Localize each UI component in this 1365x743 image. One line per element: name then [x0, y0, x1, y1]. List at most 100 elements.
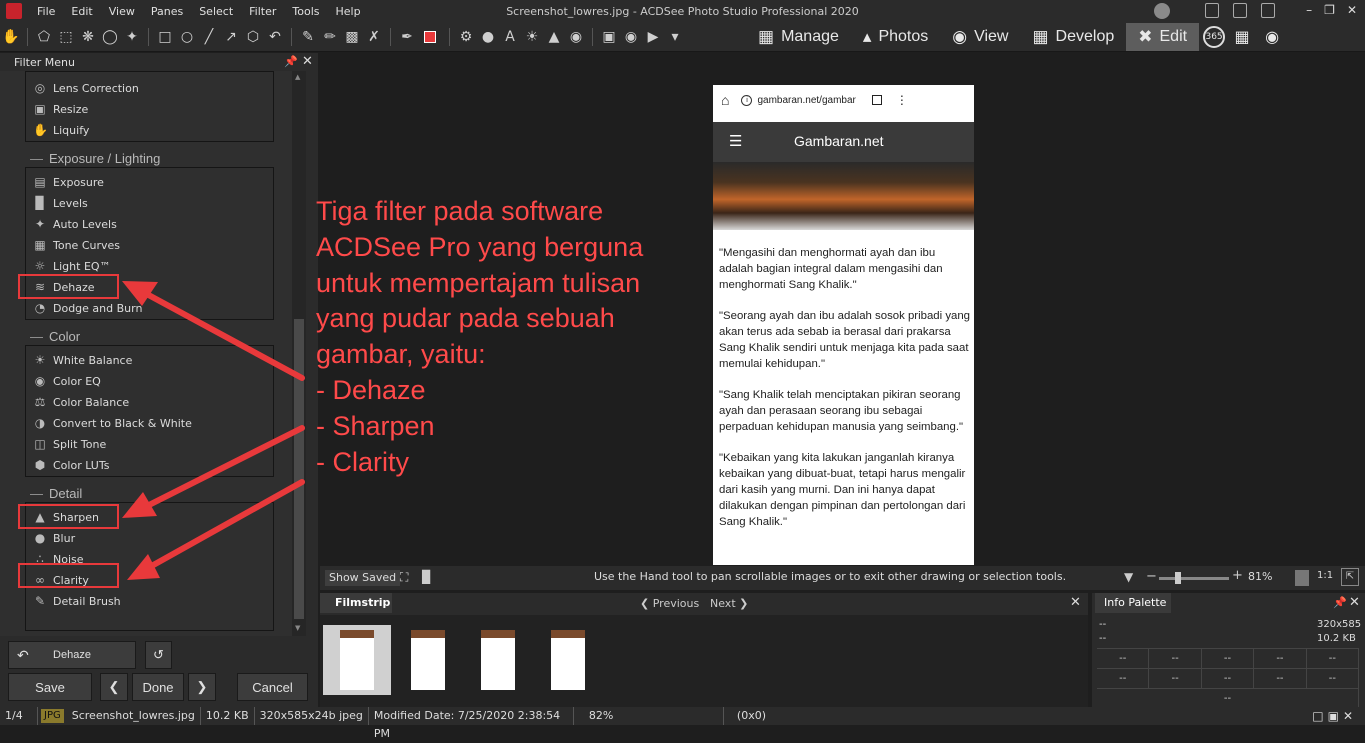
- eyedropper-icon[interactable]: ✒: [398, 28, 416, 46]
- filter-lens-correction[interactable]: ◎ Lens Correction: [33, 78, 139, 98]
- acdsee-app-icon[interactable]: [6, 3, 22, 19]
- filmstrip-previous[interactable]: ❮ Previous: [640, 597, 699, 610]
- filter-color-eq[interactable]: ◉ Color EQ: [33, 371, 101, 391]
- save-button[interactable]: Save: [8, 673, 92, 701]
- chevron-down-icon[interactable]: ▾: [666, 28, 684, 46]
- left-pane-toggle-icon[interactable]: [1205, 3, 1219, 18]
- filmstrip-tab[interactable]: Filmstrip: [320, 593, 392, 613]
- scroll-thumb[interactable]: [294, 319, 304, 619]
- polygon-tool-icon[interactable]: ⬡: [244, 28, 262, 46]
- histogram-icon[interactable]: ▉: [422, 570, 431, 584]
- restore-icon[interactable]: ❐: [1324, 3, 1335, 17]
- menu-filter[interactable]: Filter: [242, 5, 285, 18]
- filter-dodge-burn[interactable]: ◔ Dodge and Burn: [33, 298, 143, 318]
- fit-screen-icon[interactable]: ⛶: [400, 570, 408, 585]
- menu-edit[interactable]: Edit: [64, 5, 101, 18]
- filter-black-white[interactable]: ◑ Convert to Black & White: [33, 413, 192, 433]
- menu-select[interactable]: Select: [192, 5, 242, 18]
- mask-icon[interactable]: ▣: [600, 28, 618, 46]
- menu-file[interactable]: File: [30, 5, 64, 18]
- pencil-icon[interactable]: ✏: [321, 28, 339, 46]
- filter-blur[interactable]: ● Blur: [33, 528, 75, 548]
- marquee-select-icon[interactable]: ⬚: [57, 28, 75, 46]
- actual-size-button[interactable]: 1:1: [1317, 570, 1333, 581]
- rectangle-tool-icon[interactable]: □: [156, 28, 174, 46]
- polygon-lasso-icon[interactable]: ⬠: [35, 28, 53, 46]
- tab-develop[interactable]: ▦ Develop: [1020, 23, 1126, 51]
- brush-icon[interactable]: ✎: [299, 28, 317, 46]
- thumbnail-2[interactable]: [394, 625, 462, 695]
- filter-color-balance[interactable]: ⚖ Color Balance: [33, 392, 129, 412]
- view-toggle-icons[interactable]: □▣✕: [1312, 709, 1357, 723]
- tab-view[interactable]: ◉ View: [940, 23, 1020, 51]
- next-image-button[interactable]: ❯: [188, 673, 216, 701]
- zoom-level-text[interactable]: 81%: [1248, 570, 1272, 583]
- zoom-dropdown[interactable]: [1295, 570, 1309, 586]
- curve-tool-icon[interactable]: ↶: [266, 28, 284, 46]
- close-info-icon[interactable]: ✕: [1349, 595, 1360, 610]
- acdsee-365-icon[interactable]: 365: [1203, 26, 1226, 48]
- filter-tone-curves[interactable]: ▦ Tone Curves: [33, 235, 120, 255]
- record-icon[interactable]: ◉: [622, 28, 640, 46]
- menu-panes[interactable]: Panes: [144, 5, 192, 18]
- line-tool-icon[interactable]: ╱: [200, 28, 218, 46]
- scroll-up-icon[interactable]: ▲: [295, 73, 300, 81]
- history-button[interactable]: ↺: [145, 641, 172, 669]
- filter-white-balance[interactable]: ☀ White Balance: [33, 350, 133, 370]
- zoom-out-icon[interactable]: −: [1146, 569, 1157, 584]
- filter-color-luts[interactable]: ⬢ Color LUTs: [33, 455, 110, 475]
- text-tool-icon[interactable]: A: [501, 28, 519, 46]
- close-window-icon[interactable]: ✕: [1347, 3, 1357, 17]
- arrow-tool-icon[interactable]: ↗: [222, 28, 240, 46]
- fill-tool-icon[interactable]: ▲: [545, 28, 563, 46]
- cancel-button[interactable]: Cancel: [237, 673, 308, 701]
- filmstrip-next[interactable]: Next ❯: [710, 597, 748, 610]
- hand-tool-icon[interactable]: ✋: [2, 28, 20, 46]
- fullscreen-icon[interactable]: ⇱: [1341, 568, 1359, 586]
- play-icon[interactable]: ▶: [644, 28, 662, 46]
- lasso-icon[interactable]: ◯: [101, 28, 119, 46]
- zoom-menu-icon[interactable]: ▼: [1124, 570, 1133, 584]
- filter-auto-levels[interactable]: ✦ Auto Levels: [33, 214, 117, 234]
- menu-tools[interactable]: Tools: [285, 5, 328, 18]
- minimize-icon[interactable]: –: [1306, 3, 1312, 17]
- magic-wand-icon[interactable]: ✦: [123, 28, 141, 46]
- view-eye-icon[interactable]: ◉: [1259, 24, 1285, 50]
- gradient-icon[interactable]: ▩: [343, 28, 361, 46]
- blur-tool-icon[interactable]: ●: [479, 28, 497, 46]
- previous-image-button[interactable]: ❮: [100, 673, 128, 701]
- filter-split-tone[interactable]: ◫ Split Tone: [33, 434, 106, 454]
- thumbnail-1[interactable]: [323, 625, 391, 695]
- pin-icon[interactable]: 📌: [1333, 596, 1347, 609]
- show-saved-button[interactable]: Show Saved: [325, 570, 401, 586]
- filter-levels[interactable]: ▉ Levels: [33, 193, 87, 213]
- zoom-slider-knob[interactable]: [1175, 572, 1181, 584]
- bottom-pane-toggle-icon[interactable]: [1233, 3, 1247, 18]
- ellipse-tool-icon[interactable]: ○: [178, 28, 196, 46]
- dashboard-chart-icon[interactable]: ▦: [1229, 24, 1255, 50]
- tab-photos[interactable]: ▴ Photos: [851, 23, 940, 51]
- close-panel-icon[interactable]: ✕: [302, 54, 313, 69]
- scroll-down-icon[interactable]: ▼: [295, 624, 300, 632]
- right-pane-toggle-icon[interactable]: [1261, 3, 1275, 18]
- filter-exposure[interactable]: ▤ Exposure: [33, 172, 104, 192]
- pin-icon[interactable]: 📌: [284, 55, 298, 68]
- zoom-in-icon[interactable]: +: [1232, 568, 1243, 583]
- filter-resize[interactable]: ▣ Resize: [33, 99, 88, 119]
- filter-liquify[interactable]: ✋ Liquify: [33, 120, 89, 140]
- tab-manage[interactable]: ▦ Manage: [746, 23, 851, 51]
- zoom-slider[interactable]: [1159, 572, 1229, 584]
- done-button[interactable]: Done: [132, 673, 184, 701]
- magic-select-icon[interactable]: ❋: [79, 28, 97, 46]
- menu-view[interactable]: View: [102, 5, 144, 18]
- eraser-icon[interactable]: ✗: [365, 28, 383, 46]
- light-tool-icon[interactable]: ☀: [523, 28, 541, 46]
- thumbnail-3[interactable]: [464, 625, 532, 695]
- tab-edit[interactable]: ✖ Edit: [1126, 23, 1200, 51]
- redeye-tool-icon[interactable]: ◉: [567, 28, 585, 46]
- thumbnail-4[interactable]: [534, 625, 602, 695]
- undo-dehaze-button[interactable]: ↶ Dehaze: [8, 641, 136, 669]
- filter-list-scrollbar[interactable]: ▲ ▼: [292, 71, 306, 636]
- filter-light-eq[interactable]: ☼ Light EQ™: [33, 256, 111, 276]
- filter-detail-brush[interactable]: ✎ Detail Brush: [33, 591, 121, 611]
